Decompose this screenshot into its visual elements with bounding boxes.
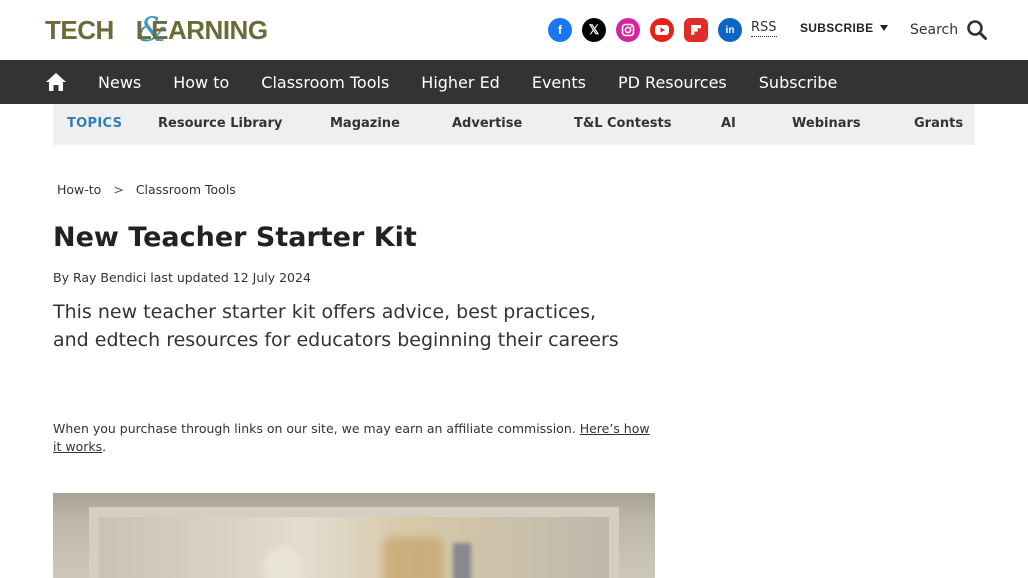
- hero-frame-shape: [89, 507, 619, 578]
- breadcrumb-classroom-tools[interactable]: Classroom Tools: [136, 182, 236, 197]
- site-header: TECH & LEARNING f 𝕏 in RSS SUBSCRIBE Sea…: [0, 0, 1028, 60]
- youtube-icon[interactable]: [650, 18, 674, 42]
- breadcrumb-how-to[interactable]: How-to: [57, 182, 101, 197]
- linkedin-icon[interactable]: in: [718, 18, 742, 42]
- nav-item-events[interactable]: Events: [532, 73, 586, 92]
- social-links: f 𝕏 in: [548, 18, 742, 42]
- topic-webinars[interactable]: Webinars: [792, 116, 861, 131]
- search-button[interactable]: Search: [910, 19, 988, 41]
- subscribe-dropdown[interactable]: SUBSCRIBE: [800, 21, 889, 35]
- topic-ai[interactable]: AI: [721, 116, 736, 131]
- article-title: New Teacher Starter Kit: [53, 222, 417, 253]
- breadcrumb: How-to > Classroom Tools: [57, 182, 236, 197]
- topic-grants[interactable]: Grants: [914, 116, 963, 131]
- site-logo[interactable]: TECH & LEARNING: [45, 10, 268, 50]
- affiliate-period: .: [102, 439, 107, 454]
- breadcrumb-separator: >: [113, 182, 124, 197]
- article-lede: This new teacher starter kit offers advi…: [53, 301, 619, 351]
- main-nav: News How to Classroom Tools Higher Ed Ev…: [0, 60, 1028, 104]
- hero-blur-shape: [453, 543, 471, 578]
- affiliate-text: When you purchase through links on our s…: [53, 421, 576, 436]
- topics-bar: TOPICS Resource Library Magazine Adverti…: [53, 104, 975, 145]
- nav-items: News How to Classroom Tools Higher Ed Ev…: [98, 60, 869, 104]
- topic-resource-library[interactable]: Resource Library: [158, 116, 282, 131]
- nav-item-news[interactable]: News: [98, 73, 141, 92]
- hero-image: [53, 493, 655, 578]
- affiliate-disclosure: When you purchase through links on our s…: [53, 420, 653, 456]
- topic-tl-contests[interactable]: T&L Contests: [574, 116, 671, 131]
- flipboard-icon[interactable]: [684, 18, 708, 42]
- nav-item-subscribe[interactable]: Subscribe: [759, 73, 838, 92]
- instagram-icon[interactable]: [616, 18, 640, 42]
- search-icon: [967, 20, 988, 40]
- topics-label: TOPICS: [67, 116, 123, 131]
- logo-text-tech: TECH: [45, 15, 114, 45]
- nav-item-pd-resources[interactable]: PD Resources: [618, 73, 727, 92]
- x-icon[interactable]: 𝕏: [582, 18, 606, 42]
- topic-magazine[interactable]: Magazine: [330, 116, 400, 131]
- topic-advertise[interactable]: Advertise: [452, 116, 522, 131]
- hero-blur-shape: [383, 537, 443, 578]
- logo-text-learning: LEARNING: [135, 15, 268, 45]
- facebook-icon[interactable]: f: [548, 18, 572, 42]
- caret-down-icon: [880, 25, 889, 31]
- rss-link[interactable]: RSS: [751, 20, 777, 37]
- nav-item-classroom-tools[interactable]: Classroom Tools: [261, 73, 389, 92]
- nav-item-how-to[interactable]: How to: [173, 73, 229, 92]
- subscribe-label: SUBSCRIBE: [800, 21, 874, 35]
- nav-item-higher-ed[interactable]: Higher Ed: [421, 73, 500, 92]
- search-label: Search: [910, 22, 959, 38]
- article-byline: By Ray Bendici last updated 12 July 2024: [53, 270, 311, 285]
- home-icon[interactable]: [45, 71, 67, 93]
